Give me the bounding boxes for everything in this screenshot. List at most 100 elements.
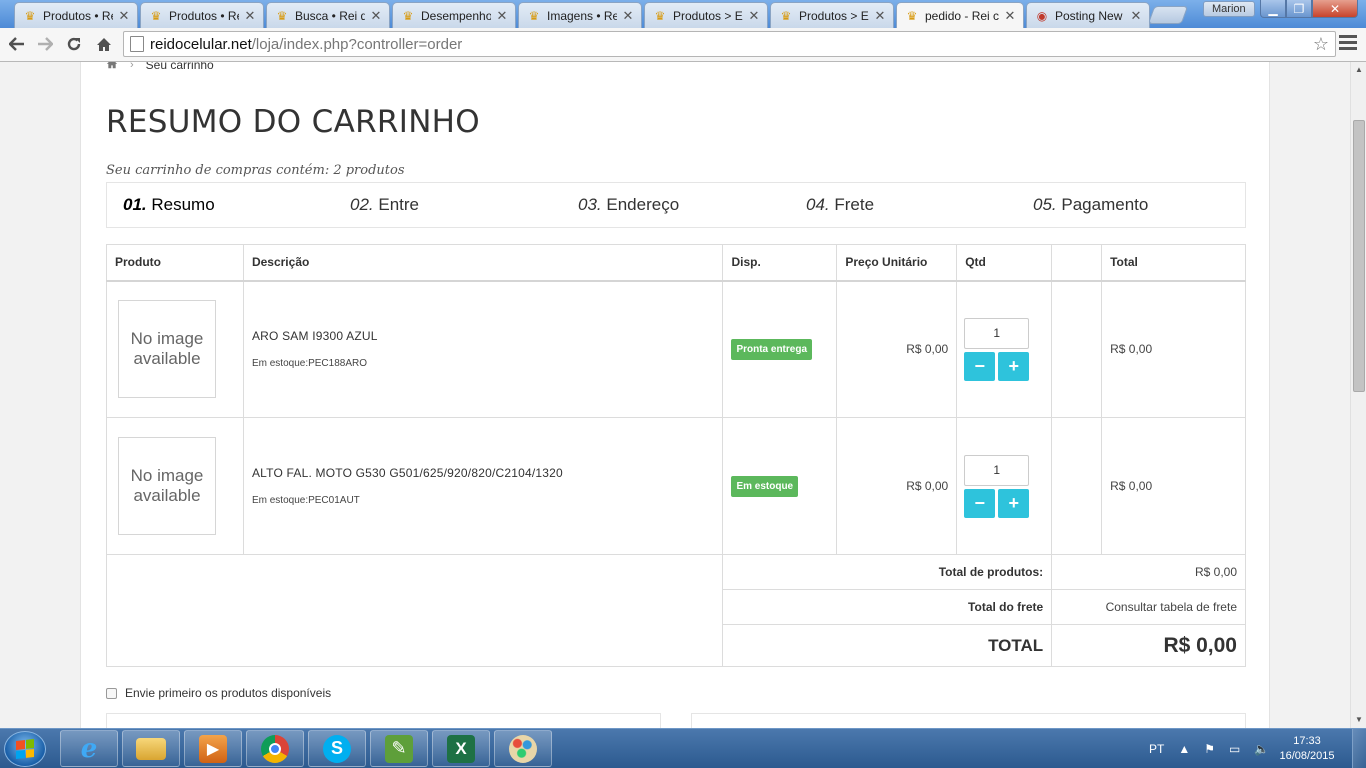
ship-available-first-checkbox[interactable] xyxy=(106,687,117,699)
checkout-steps: 01. Resumo 02. Entre 03. Endereço 04. Fr… xyxy=(106,182,1246,228)
increase-quantity-button[interactable]: + xyxy=(998,351,1030,381)
tab-close-icon[interactable]: ✕ xyxy=(243,8,257,24)
taskbar-clock[interactable]: 17:33 16/08/2015 xyxy=(1272,734,1342,764)
url-host: reidocelular.net xyxy=(150,35,252,53)
increase-quantity-button[interactable]: + xyxy=(998,488,1030,518)
start-button[interactable] xyxy=(4,731,46,767)
action-center-flag-icon[interactable]: ⚑ xyxy=(1204,742,1215,756)
crown-favicon-icon: ♛ xyxy=(654,8,666,23)
vector-drawing-icon: ✎ xyxy=(385,734,413,763)
tab-close-icon[interactable]: ✕ xyxy=(1129,8,1143,24)
volume-icon[interactable]: 🔈 xyxy=(1254,742,1269,756)
media-player-icon: ▶ xyxy=(199,734,227,763)
tab-close-icon[interactable]: ✕ xyxy=(117,8,131,24)
blank-cell xyxy=(1051,280,1103,418)
new-tab-button[interactable] xyxy=(1147,6,1189,24)
browser-tab-strip: ♛ Produtos • Re ✕ ♛ Produtos • Re ✕ ♛ Bu… xyxy=(0,0,1366,28)
crown-favicon-icon: ♛ xyxy=(276,8,288,23)
taskbar-file-explorer[interactable] xyxy=(122,730,180,767)
taskbar-vector-app[interactable]: ✎ xyxy=(370,730,428,767)
step-summary: 01. Resumo xyxy=(123,195,215,214)
col-header-product: Produto xyxy=(106,244,244,282)
breadcrumb: › Seu carrinho xyxy=(106,62,214,72)
windows-logo-icon xyxy=(16,739,34,759)
taskbar-media-player[interactable]: ▶ xyxy=(184,730,242,767)
product-image-cell: No image available xyxy=(106,417,244,555)
scroll-up-icon[interactable]: ▲ xyxy=(1351,62,1366,78)
step-shipping[interactable]: 04. Frete xyxy=(806,195,874,215)
product-name[interactable]: ALTO FAL. MOTO G530 G501/625/920/820/C21… xyxy=(252,466,714,480)
browser-tab[interactable]: ♛ Desempenho ✕ xyxy=(392,2,516,28)
taskbar-chrome[interactable] xyxy=(246,730,304,767)
ship-available-first-option[interactable]: Envie primeiro os produtos disponíveis xyxy=(106,686,331,700)
shipping-total-value: Consultar tabela de frete xyxy=(1051,589,1246,625)
address-bar[interactable]: reidocelular.net/loja/index.php?controll… xyxy=(123,31,1336,57)
tab-title: Imagens • Rei xyxy=(547,8,617,23)
tab-close-icon[interactable]: ✕ xyxy=(1003,8,1017,24)
scroll-down-icon[interactable]: ▼ xyxy=(1351,712,1366,728)
network-icon[interactable]: ▭ xyxy=(1229,742,1240,756)
browser-tab-active[interactable]: ♛ pedido - Rei c ✕ xyxy=(896,2,1024,28)
product-description-cell: ALTO FAL. MOTO G530 G501/625/920/820/C21… xyxy=(242,417,724,555)
browser-tab[interactable]: ♛ Produtos • Re ✕ xyxy=(140,2,264,28)
page-scrollbar[interactable]: ▲ ▼ xyxy=(1350,62,1366,728)
windows-taskbar: e ▶ S ✎ X PT ▲ ⚑ ▭ 🔈 17:33 16/08/2015 xyxy=(0,728,1366,768)
tab-close-icon[interactable]: ✕ xyxy=(873,8,887,24)
forward-arrow-icon[interactable] xyxy=(33,32,57,56)
tab-close-icon[interactable]: ✕ xyxy=(369,8,383,24)
tab-close-icon[interactable]: ✕ xyxy=(621,8,635,24)
step-address[interactable]: 03. Endereço xyxy=(578,195,679,215)
crown-favicon-icon: ♛ xyxy=(528,8,540,23)
quantity-stepper: − + xyxy=(964,454,1030,518)
tab-title: Produtos > E xyxy=(799,8,869,23)
language-indicator[interactable]: PT xyxy=(1149,742,1164,756)
taskbar-skype[interactable]: S xyxy=(308,730,366,767)
reload-icon[interactable] xyxy=(62,32,86,56)
scrollbar-thumb[interactable] xyxy=(1353,120,1365,392)
quantity-input[interactable] xyxy=(964,317,1030,349)
bookmark-star-icon[interactable]: ☆ xyxy=(1313,34,1329,55)
availability-cell: Pronta entrega xyxy=(722,280,838,418)
product-description-cell: ARO SAM I9300 AZUL Em estoque:PEC188ARO xyxy=(242,280,724,418)
step-login[interactable]: 02. Entre xyxy=(350,195,419,215)
home-icon[interactable] xyxy=(106,62,118,72)
taskbar-paint[interactable] xyxy=(494,730,552,767)
product-name[interactable]: ARO SAM I9300 AZUL xyxy=(252,329,714,343)
browser-tab[interactable]: ♛ Busca • Rei d ✕ xyxy=(266,2,390,28)
browser-tab[interactable]: ♛ Produtos > E ✕ xyxy=(770,2,894,28)
quantity-stepper: − + xyxy=(964,317,1030,381)
home-icon[interactable] xyxy=(92,32,116,56)
taskbar-excel[interactable]: X xyxy=(432,730,490,767)
product-reference: Em estoque:PEC188ARO xyxy=(251,358,368,370)
browser-tab[interactable]: ◉ Posting New ✕ xyxy=(1026,2,1150,28)
maximize-button[interactable]: ❐ xyxy=(1286,0,1312,18)
browser-tab[interactable]: ♛ Produtos > E ✕ xyxy=(644,2,768,28)
quantity-input[interactable] xyxy=(964,454,1030,486)
close-window-button[interactable]: ✕ xyxy=(1312,0,1358,18)
browser-tab[interactable]: ♛ Imagens • Rei ✕ xyxy=(518,2,642,28)
internet-explorer-icon: e xyxy=(80,733,98,764)
cart-product-count: Seu carrinho de compras contém: 2 produt… xyxy=(106,163,405,178)
taskbar-internet-explorer[interactable]: e xyxy=(60,730,118,767)
back-arrow-icon[interactable] xyxy=(5,32,29,56)
show-hidden-icons-icon[interactable]: ▲ xyxy=(1178,742,1190,756)
show-desktop-button[interactable] xyxy=(1352,729,1366,768)
chrome-menu-icon[interactable] xyxy=(1339,35,1357,53)
tab-close-icon[interactable]: ✕ xyxy=(495,8,509,24)
decrease-quantity-button[interactable]: − xyxy=(964,488,996,518)
page-container: › Seu carrinho RESUMO DO CARRINHO Seu ca… xyxy=(80,62,1270,728)
step-payment[interactable]: 05. Pagamento xyxy=(1033,195,1148,215)
clock-time: 17:33 xyxy=(1293,735,1321,747)
browser-tab[interactable]: ♛ Produtos • Re ✕ xyxy=(14,2,138,28)
tab-close-icon[interactable]: ✕ xyxy=(747,8,761,24)
product-image-placeholder[interactable]: No image available xyxy=(118,300,216,399)
qty-cell: − + xyxy=(956,417,1053,555)
decrease-quantity-button[interactable]: − xyxy=(964,351,996,381)
page-viewport: › Seu carrinho RESUMO DO CARRINHO Seu ca… xyxy=(0,62,1350,728)
profile-button[interactable]: Marion xyxy=(1203,1,1255,17)
product-image-placeholder[interactable]: No image available xyxy=(118,437,216,535)
unit-price: R$ 0,00 xyxy=(836,417,958,555)
minimize-button[interactable]: ▁ xyxy=(1260,0,1286,18)
col-header-availability: Disp. xyxy=(722,244,838,282)
tab-title: Produtos • Re xyxy=(43,8,113,23)
